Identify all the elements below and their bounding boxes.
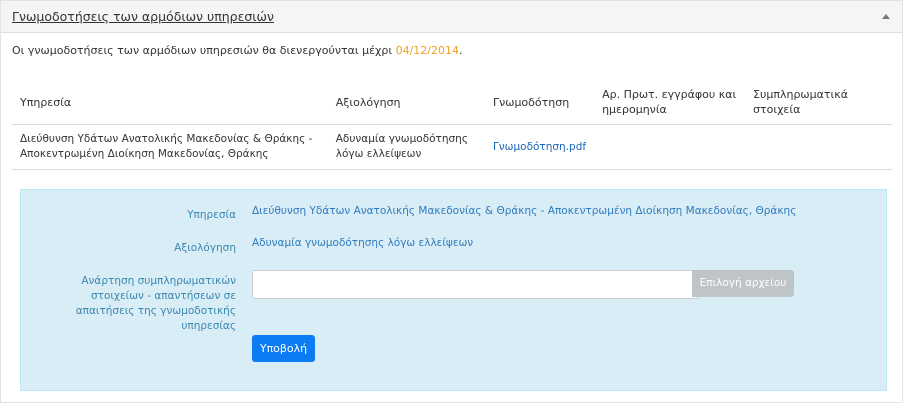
cell-service: Διεύθυνση Υδάτων Ανατολικής Μακεδονίας &…	[12, 124, 328, 170]
evaluation-label: Αξιολόγηση	[174, 242, 236, 254]
upload-label: Ανάρτηση συμπληρωματικών στοιχείων - απα…	[75, 275, 236, 332]
column-header-protocol: Αρ. Πρωτ. εγγράφου και ημερομηνία	[594, 80, 746, 125]
column-header-service: Υπηρεσία	[12, 80, 328, 125]
upload-form: Υπηρεσία Διεύθυνση Υδάτων Ανατολικής Μακ…	[20, 189, 887, 391]
choose-file-button[interactable]: Επιλογή αρχείου	[692, 270, 794, 297]
opinions-table: Υπηρεσία Αξιολόγηση Γνωμοδότηση Αρ. Πρωτ…	[12, 80, 892, 170]
column-header-supplementary: Συμπληρωματικά στοιχεία	[745, 80, 892, 125]
cell-evaluation: Αδυναμία γνωμοδότησης λόγω ελλείψεων	[327, 124, 485, 170]
chevron-up-icon[interactable]	[882, 14, 890, 19]
panel-title[interactable]: Γνωμοδοτήσεις των αρμόδιων υπηρεσιών	[12, 9, 274, 24]
cell-protocol	[594, 124, 746, 170]
panel-header[interactable]: Γνωμοδοτήσεις των αρμόδιων υπηρεσιών	[1, 0, 902, 33]
deadline-suffix: .	[459, 44, 463, 57]
deadline-text: Οι γνωμοδοτήσεις των αρμόδιων υπηρεσιών …	[12, 44, 396, 57]
table-header-row: Υπηρεσία Αξιολόγηση Γνωμοδότηση Αρ. Πρωτ…	[12, 80, 892, 125]
column-header-evaluation: Αξιολόγηση	[327, 80, 485, 125]
cell-supplementary	[745, 124, 892, 170]
opinion-pdf-link[interactable]: Γνωμοδότηση.pdf	[493, 141, 586, 153]
deadline-date: 04/12/2014	[395, 44, 459, 57]
table-row: Διεύθυνση Υδάτων Ανατολικής Μακεδονίας &…	[12, 124, 892, 170]
service-value: Διεύθυνση Υδάτων Ανατολικής Μακεδονίας &…	[252, 205, 797, 217]
cell-opinion: Γνωμοδότηση.pdf	[484, 124, 595, 170]
evaluation-value: Αδυναμία γνωμοδότησης λόγω ελλείψεων	[252, 237, 474, 249]
service-label: Υπηρεσία	[187, 209, 236, 221]
submit-button[interactable]: Υποβολή	[252, 335, 315, 362]
deadline-info: Οι γνωμοδοτήσεις των αρμόδιων υπηρεσιών …	[12, 44, 463, 57]
opinions-panel: Γνωμοδοτήσεις των αρμόδιων υπηρεσιών Οι …	[0, 0, 903, 403]
column-header-opinion: Γνωμοδότηση	[484, 80, 595, 125]
file-path-input[interactable]	[252, 270, 698, 299]
